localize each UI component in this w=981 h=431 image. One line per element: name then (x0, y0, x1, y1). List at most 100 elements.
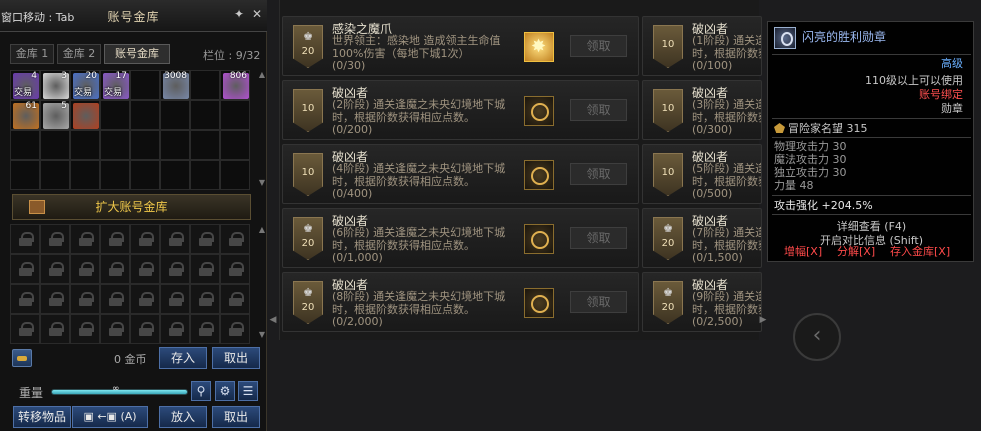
tab-storage-1[interactable]: 金库 1 (10, 44, 54, 64)
storage-slot[interactable]: 806 (220, 70, 250, 100)
storage-slot[interactable] (130, 130, 160, 160)
storage-slot[interactable] (190, 70, 220, 100)
enhance-action[interactable]: 增幅[X] (784, 246, 822, 258)
storage-slot[interactable] (220, 100, 250, 130)
gold-icon[interactable] (12, 349, 32, 367)
storage-slot[interactable] (190, 130, 220, 160)
storage-slot[interactable] (160, 160, 190, 190)
storage-slot[interactable] (190, 100, 220, 130)
achievement-progress: (0/500) (692, 187, 733, 200)
take-out-button[interactable]: 取出 (212, 406, 260, 428)
locked-scroll-up-icon[interactable]: ▲ (257, 225, 267, 239)
storage-slot[interactable] (130, 100, 160, 130)
gold-reward-icon[interactable] (524, 32, 554, 62)
storage-slot[interactable] (70, 130, 100, 160)
scroll-down-icon[interactable]: ▼ (257, 178, 267, 192)
locked-slot (220, 224, 250, 254)
achievement-points-badge: 10 (653, 153, 683, 196)
achievement-points: 20 (301, 46, 315, 57)
put-in-button[interactable]: 放入 (159, 406, 207, 428)
lock-icon (19, 322, 34, 336)
collapse-left-icon[interactable]: ◀ (269, 305, 277, 335)
back-arrow-button[interactable]: ‹ (793, 313, 841, 361)
storage-slot[interactable] (100, 160, 130, 190)
tab-storage-2[interactable]: 金库 2 (57, 44, 101, 64)
storage-slot[interactable] (70, 160, 100, 190)
tab-account-storage[interactable]: 账号金库 (104, 44, 170, 64)
lock-icon (169, 262, 184, 276)
achievement-points-badge: ♚ 20 (653, 217, 683, 260)
achievement-points-badge: 10 (293, 89, 323, 132)
store-action[interactable]: 存入金库[X] (890, 246, 950, 258)
storage-slot[interactable]: 3 (40, 70, 70, 100)
storage-slot[interactable] (70, 100, 100, 130)
transfer-items-button[interactable]: 转移物品 (13, 406, 71, 428)
disassemble-action[interactable]: 分解[X] (837, 246, 875, 258)
storage-slot[interactable] (40, 130, 70, 160)
stack-count: 5 (61, 101, 67, 111)
transfer-shortcut-button[interactable]: ▣ ←▣ (A) (72, 406, 148, 428)
storage-slot[interactable] (220, 160, 250, 190)
storage-slot[interactable] (130, 70, 160, 100)
divider (772, 54, 971, 55)
achievement-description: (3阶段) 通关逢魔之未央幻境地下城时，根据阶数获得相应点数。 (692, 98, 761, 124)
collapse-right-icon[interactable]: ▶ (759, 305, 767, 335)
storage-slot[interactable] (10, 130, 40, 160)
lock-icon (79, 232, 94, 246)
pin-icon[interactable]: ✦ (232, 7, 246, 21)
stack-count: 806 (229, 71, 247, 81)
achievement-points-badge: ♚ 20 (293, 25, 323, 68)
claim-button[interactable]: 领取 (570, 227, 627, 249)
claim-button[interactable]: 领取 (570, 163, 627, 185)
lock-icon (79, 322, 94, 336)
storage-slot[interactable]: 17 交易 (100, 70, 130, 100)
storage-slot[interactable]: 4 交易 (10, 70, 40, 100)
achievement-progress: (0/200) (332, 123, 373, 136)
storage-slot[interactable]: 61 (10, 100, 40, 130)
storage-slot[interactable] (10, 160, 40, 190)
tooltip-level-req: 110级以上可以使用 (865, 74, 963, 87)
expand-storage-button[interactable]: 扩大账号金库 (12, 194, 251, 220)
stack-count: 3 (61, 71, 67, 81)
storage-slot[interactable] (160, 100, 190, 130)
storage-slot[interactable] (100, 130, 130, 160)
storage-slot[interactable]: 20 交易 (70, 70, 100, 100)
claim-button[interactable]: 领取 (570, 99, 627, 121)
achievement-description: (4阶段) 通关逢魔之未央幻境地下城时，根据阶数获得相应点数。 (332, 162, 506, 188)
gear-icon[interactable]: ⚙ (215, 381, 235, 401)
search-icon[interactable]: ⚲ (191, 381, 211, 401)
locked-scroll-down-icon[interactable]: ▼ (257, 330, 267, 344)
storage-slot[interactable] (190, 160, 220, 190)
achievement-progress: (0/30) (332, 59, 366, 72)
claim-button[interactable]: 领取 (570, 35, 627, 57)
storage-slot[interactable] (160, 130, 190, 160)
achievement-points: 10 (661, 167, 675, 178)
trophy-icon: ♚ (303, 286, 313, 299)
locked-slot (220, 314, 250, 344)
lock-icon (229, 262, 244, 276)
scroll-up-icon[interactable]: ▲ (257, 70, 267, 84)
withdraw-button[interactable]: 取出 (212, 347, 260, 369)
deposit-button[interactable]: 存入 (159, 347, 207, 369)
storage-slot[interactable]: 3008 (160, 70, 190, 100)
storage-title-bar[interactable]: 窗口移动 : Tab 账号金库 ✦ ✕ (0, 0, 267, 32)
storage-slot[interactable]: 5 (40, 100, 70, 130)
medal-reward-icon[interactable] (524, 288, 554, 318)
tooltip-type: 勋章 (941, 102, 963, 115)
storage-slot[interactable] (130, 160, 160, 190)
medal-reward-icon[interactable] (524, 160, 554, 190)
list-icon[interactable]: ☰ (238, 381, 258, 401)
medal-reward-icon[interactable] (524, 224, 554, 254)
storage-slot[interactable] (40, 160, 70, 190)
locked-slot (70, 254, 100, 284)
item-tooltip: 闪亮的胜利勋章 高级 110级以上可以使用 账号绑定 勋章 冒险家名望 315 … (767, 21, 974, 262)
storage-slot[interactable] (220, 130, 250, 160)
medal-reward-icon[interactable] (524, 96, 554, 126)
storage-slot[interactable] (100, 100, 130, 130)
lock-icon (49, 232, 64, 246)
lock-icon (229, 232, 244, 246)
lock-icon (199, 262, 214, 276)
close-icon[interactable]: ✕ (250, 7, 264, 21)
locked-slot (100, 314, 130, 344)
claim-button[interactable]: 领取 (570, 291, 627, 313)
